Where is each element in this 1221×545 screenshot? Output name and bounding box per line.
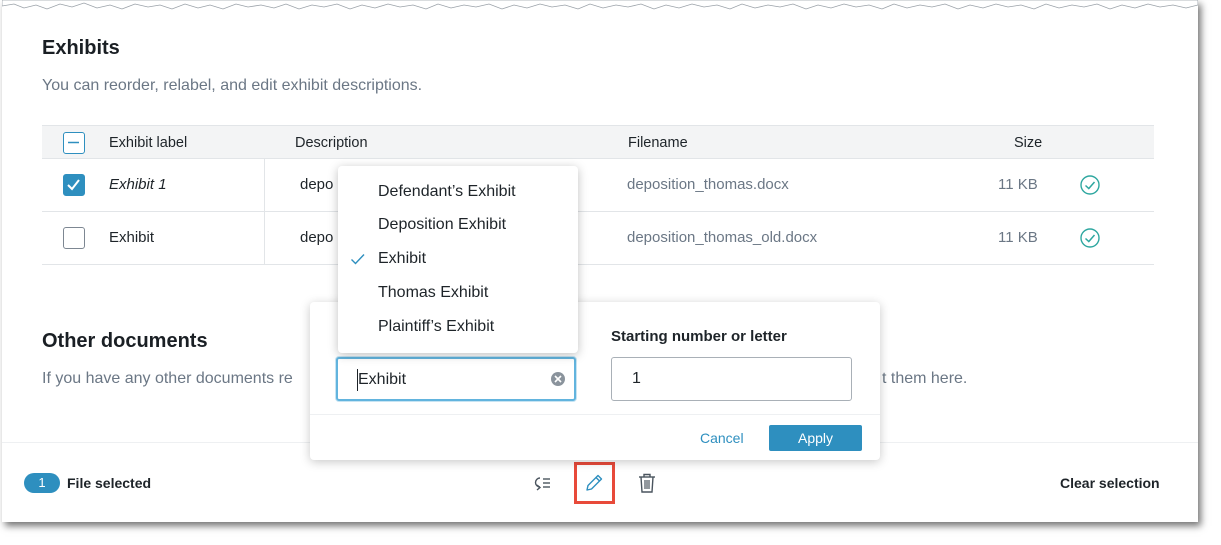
torn-edge (2, 0, 1198, 10)
checkmark-icon (351, 254, 365, 265)
row-description[interactable]: depo (300, 229, 333, 246)
trash-icon[interactable] (633, 469, 661, 497)
column-description[interactable]: Description (295, 135, 368, 151)
selected-files-label: File selected (67, 475, 152, 491)
row-description[interactable]: depo (300, 176, 333, 193)
column-size[interactable]: Size (1014, 135, 1042, 151)
starting-number-label: Starting number or letter (611, 328, 787, 345)
cancel-button[interactable]: Cancel (700, 430, 744, 446)
menu-item-plaintiffs-exhibit[interactable]: Plaintiff’s Exhibit (338, 311, 578, 345)
clear-selection-link[interactable]: Clear selection (1060, 475, 1160, 491)
select-all-checkbox[interactable] (63, 132, 85, 154)
row-exhibit-label[interactable]: Exhibit (109, 229, 154, 246)
menu-item-deposition-exhibit[interactable]: Deposition Exhibit (338, 209, 578, 243)
menu-item-thomas-exhibit[interactable]: Thomas Exhibit (338, 277, 578, 311)
starting-number-input[interactable]: 1 (611, 357, 852, 401)
other-documents-title: Other documents (42, 330, 208, 352)
edit-pencil-icon[interactable] (580, 469, 608, 497)
row-filename: deposition_thomas.docx (627, 176, 789, 193)
column-exhibit-label[interactable]: Exhibit label (109, 135, 187, 151)
popover-divider (310, 414, 880, 415)
exhibits-subtitle: You can reorder, relabel, and edit exhib… (42, 77, 423, 94)
app-window: Exhibits You can reorder, relabel, and e… (2, 0, 1198, 522)
menu-item-exhibit[interactable]: Exhibit (338, 243, 578, 277)
column-filename[interactable]: Filename (628, 135, 688, 151)
check-circle-icon (1080, 228, 1100, 248)
check-circle-icon (1080, 175, 1100, 195)
table-header: Exhibit label Description Filename Size (42, 125, 1154, 159)
other-documents-subtitle: If you have any other documents re (42, 370, 293, 387)
row-checkbox[interactable] (63, 174, 85, 196)
text-caret (357, 369, 358, 391)
table-row[interactable]: Exhibit depo deposition_thomas_old.docx … (42, 212, 1154, 265)
exhibits-title: Exhibits (42, 37, 120, 59)
table-row[interactable]: Exhibit 1 depo deposition_thomas.docx 11… (42, 159, 1154, 212)
label-input[interactable]: Exhibit (336, 357, 576, 401)
row-size: 11 KB (998, 176, 1038, 193)
row-size: 11 KB (998, 229, 1038, 246)
row-checkbox[interactable] (63, 227, 85, 249)
apply-button[interactable]: Apply (769, 425, 862, 451)
row-filename: deposition_thomas_old.docx (627, 229, 818, 246)
other-documents-subtitle-end: t them here. (882, 370, 968, 387)
label-input-value: Exhibit (358, 371, 407, 388)
row-exhibit-label[interactable]: Exhibit 1 (109, 176, 167, 193)
starting-number-value: 1 (632, 370, 641, 387)
label-suggestion-menu: Defendant’s Exhibit Deposition Exhibit E… (338, 166, 578, 353)
clear-circle-icon[interactable] (550, 371, 566, 387)
menu-item-defendants-exhibit[interactable]: Defendant’s Exhibit (338, 176, 578, 210)
exhibits-table: Exhibit label Description Filename Size … (42, 125, 1154, 265)
selected-count-badge: 1 (24, 473, 60, 493)
reorder-icon[interactable] (528, 469, 556, 497)
